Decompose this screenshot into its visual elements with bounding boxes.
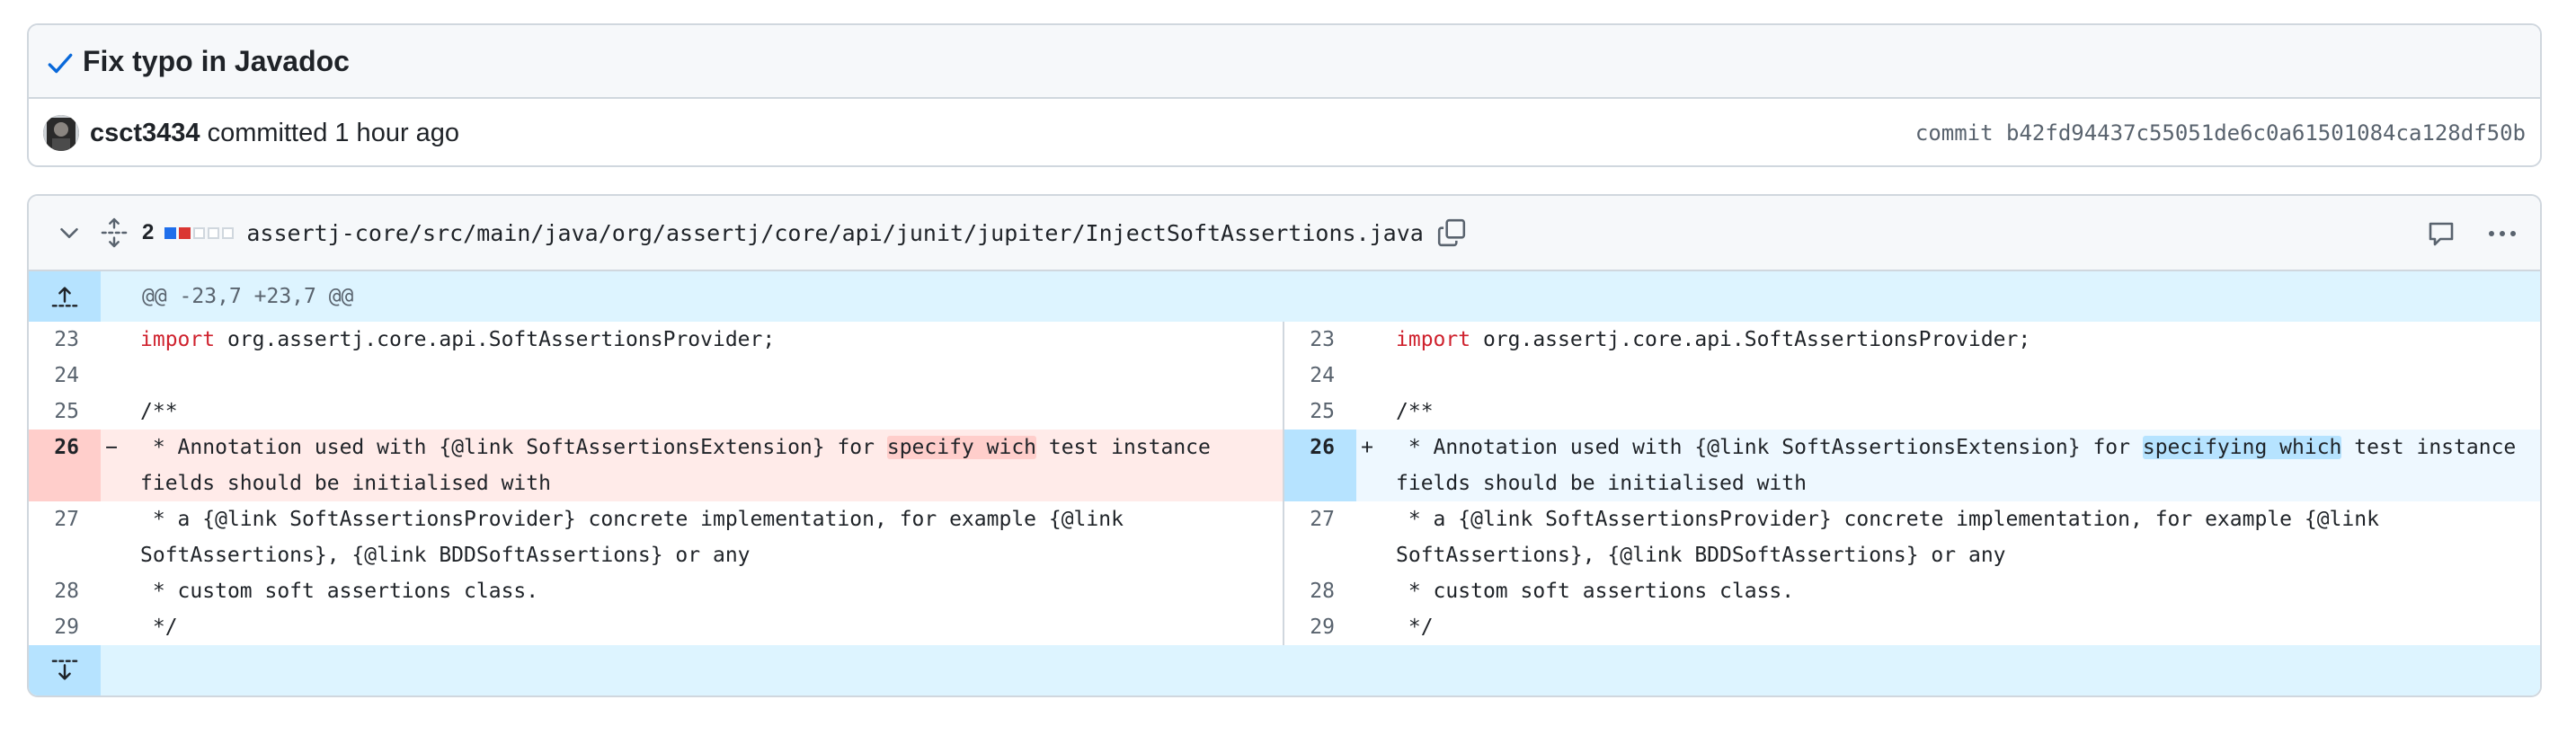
commit-action-text: committed 1 hour ago xyxy=(207,118,460,147)
change-count: 2 xyxy=(142,220,155,244)
line-number[interactable]: 28 xyxy=(29,573,101,609)
code-text: org.assertj.core.api.SoftAssertionsProvi… xyxy=(215,328,776,351)
comment-icon xyxy=(2429,222,2454,246)
code-text: * a {@link SoftAssertionsProvider} concr… xyxy=(1396,508,2392,567)
line-number[interactable]: 26 xyxy=(1284,430,1356,501)
diff-line-row: 26 + * Annotation used with {@link SoftAs… xyxy=(1284,430,2540,501)
expand-up-button[interactable] xyxy=(29,271,101,322)
unfold-icon xyxy=(101,217,128,248)
expand-down-button[interactable] xyxy=(29,645,101,695)
chevron-down-icon xyxy=(60,227,78,238)
diff-line-row: 27 * a {@link SoftAssertionsProvider} co… xyxy=(29,501,1283,573)
code-text: * Annotation used with {@link SoftAssert… xyxy=(140,436,887,459)
collapse-button[interactable] xyxy=(56,219,101,246)
commit-author-link[interactable]: csct3434 xyxy=(90,119,200,148)
line-number[interactable]: 25 xyxy=(29,394,101,430)
commit-title: Fix typo in Javadoc xyxy=(83,44,350,77)
changed-word-highlight: specifying which xyxy=(2142,436,2342,459)
file-header-actions xyxy=(2427,196,2518,271)
diffstat-del-block xyxy=(179,226,191,239)
comment-button[interactable] xyxy=(2427,219,2456,248)
line-number[interactable]: 28 xyxy=(1284,573,1356,609)
diff-right-side: 23 import org.assertj.core.api.SoftAssert… xyxy=(1284,322,2540,645)
diff-marker xyxy=(101,322,122,358)
code-line: * a {@link SoftAssertionsProvider} concr… xyxy=(122,495,1283,573)
diff-line-row: 29 */ xyxy=(1284,609,2540,645)
code-text: */ xyxy=(140,616,178,639)
line-number[interactable]: 23 xyxy=(1284,322,1356,358)
code-line: * Annotation used with {@link SoftAssert… xyxy=(122,423,1283,501)
diff-marker xyxy=(1356,358,1378,394)
expand-down-icon xyxy=(51,660,78,680)
line-number[interactable]: 23 xyxy=(29,322,101,358)
code-text: * Annotation used with {@link SoftAssert… xyxy=(1396,436,2143,459)
avatar[interactable] xyxy=(43,115,79,151)
more-options-button[interactable] xyxy=(2486,219,2518,248)
diffstat-neutral-block xyxy=(193,226,206,239)
code-text: * custom soft assertions class. xyxy=(140,580,539,603)
diff-line-row: 29 */ xyxy=(29,609,1283,645)
diff-marker xyxy=(101,609,122,645)
diff-marker: + xyxy=(1361,436,1373,459)
line-number[interactable]: 27 xyxy=(29,501,101,573)
code-line: */ xyxy=(1378,603,2540,645)
hunk-header-row: @@ -23,7 +23,7 @@ xyxy=(29,271,2540,322)
changed-word-highlight: specify wich xyxy=(886,436,1037,459)
file-header: 2 assertj-core/src/main/java/org/assertj… xyxy=(29,196,2540,271)
code-line: * a {@link SoftAssertionsProvider} concr… xyxy=(1378,495,2540,573)
line-number[interactable]: 24 xyxy=(1284,358,1356,394)
diff-line-row: 26− * Annotation used with {@link SoftAs… xyxy=(29,430,1283,501)
diff-marker xyxy=(1356,573,1378,609)
hunk-footer-row xyxy=(29,645,2540,695)
line-number[interactable]: 29 xyxy=(1284,609,1356,645)
keyword: import xyxy=(1396,328,1471,351)
code-line: * Annotation used with {@link SoftAssert… xyxy=(1378,423,2540,501)
diff-marker: − xyxy=(105,436,118,459)
diff-table: @@ -23,7 +23,7 @@ 23 import org.assertj.c… xyxy=(29,271,2540,695)
code-line: */ xyxy=(122,603,1283,645)
hunk-header-text: @@ -23,7 +23,7 @@ xyxy=(142,285,354,308)
expand-up-icon xyxy=(51,287,78,307)
commit-meta-row: csct3434 committed 1 hour ago commit b42… xyxy=(29,99,2540,165)
code-text: /** xyxy=(1396,400,1434,423)
line-number[interactable]: 26 xyxy=(29,430,101,501)
avatar-image-icon xyxy=(43,115,79,151)
copy-icon xyxy=(1437,218,1465,247)
kebab-horizontal-icon xyxy=(2489,231,2516,236)
code-text: */ xyxy=(1396,616,1434,639)
line-number[interactable]: 29 xyxy=(29,609,101,645)
diffstat-neutral-block xyxy=(208,226,220,239)
code-text: org.assertj.core.api.SoftAssertionsProvi… xyxy=(1470,328,2031,351)
diff-marker xyxy=(1356,394,1378,430)
diff-marker xyxy=(1356,322,1378,358)
code-text: /** xyxy=(140,400,178,423)
diff-line-row: 27 * a {@link SoftAssertionsProvider} co… xyxy=(1284,501,2540,573)
diff-marker xyxy=(1356,609,1378,645)
diff-marker xyxy=(101,501,122,573)
commit-title-row: Fix typo in Javadoc xyxy=(29,25,2540,99)
commit-header: Fix typo in Javadoc csct3434 committed 1… xyxy=(27,23,2542,167)
line-number[interactable]: 24 xyxy=(29,358,101,394)
keyword: import xyxy=(140,328,216,351)
file-path-link[interactable]: assertj-core/src/main/java/org/assertj/c… xyxy=(246,220,1423,246)
commit-sha[interactable]: commit b42fd94437c55051de6c0a61501084ca1… xyxy=(1915,120,2526,146)
code-text: * a {@link SoftAssertionsProvider} concr… xyxy=(140,508,1136,567)
line-number[interactable]: 25 xyxy=(1284,394,1356,430)
diff-marker xyxy=(101,358,122,394)
diff-marker xyxy=(101,573,122,609)
expand-all-button[interactable] xyxy=(101,217,142,248)
line-number[interactable]: 27 xyxy=(1284,501,1356,573)
diffstat-neutral-block xyxy=(222,226,235,239)
diff-left-side: 23 import org.assertj.core.api.SoftAssert… xyxy=(29,322,1284,645)
check-icon xyxy=(48,53,73,74)
copy-path-button[interactable] xyxy=(1436,217,1467,248)
split-diff: 23 import org.assertj.core.api.SoftAssert… xyxy=(29,322,2540,645)
diffstat-add-block xyxy=(164,226,177,239)
file-diff: 2 assertj-core/src/main/java/org/assertj… xyxy=(27,194,2542,697)
diff-marker xyxy=(101,394,122,430)
code-text: * custom soft assertions class. xyxy=(1396,580,1795,603)
diffstat xyxy=(164,226,235,239)
diff-marker xyxy=(1356,501,1378,573)
